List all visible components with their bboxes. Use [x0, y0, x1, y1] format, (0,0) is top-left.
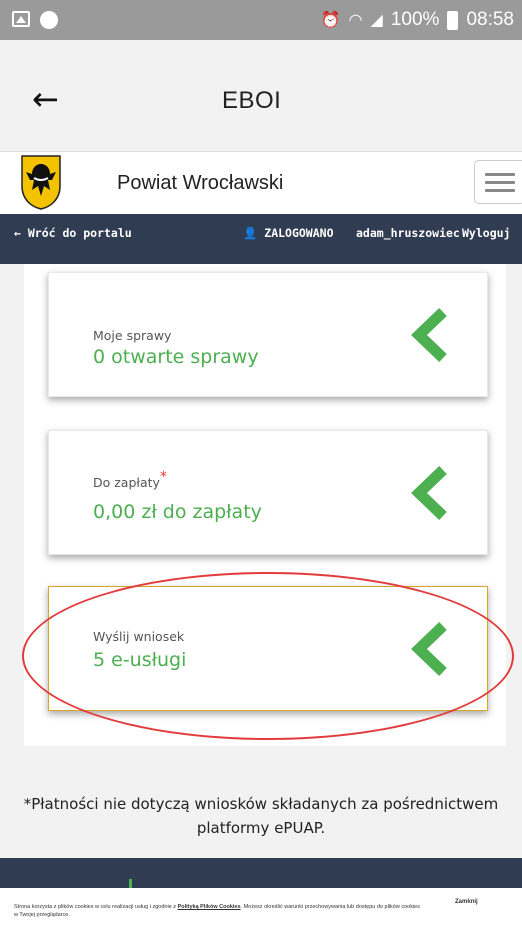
cookie-bar: Strona korzysta z plików cookies w celu …	[0, 888, 522, 930]
logout-link[interactable]: Wyloguj	[462, 226, 510, 240]
portal-name: Powiat Wrocławski	[117, 172, 284, 194]
arrow-left-icon[interactable]: ←	[32, 80, 59, 118]
cookie-text-before: Strona korzysta z plików cookies w celu …	[14, 904, 177, 910]
app-bar: ← EBOI	[0, 40, 522, 152]
logged-in-label: ZALOGOWANO	[264, 226, 334, 240]
chevron-left-icon[interactable]	[409, 622, 449, 676]
to-pay-card[interactable]: Do zapłaty* 0,00 zł do zapłaty	[48, 430, 488, 555]
cookie-policy-link[interactable]: Polityką Plików Cookies	[178, 904, 241, 910]
battery-icon	[447, 10, 459, 30]
hamburger-icon[interactable]	[474, 160, 522, 204]
card-value: 0 otwarte sprawy	[93, 346, 259, 368]
message-notification-icon	[40, 11, 58, 29]
gallery-notification-icon	[12, 11, 30, 27]
chevron-left-icon[interactable]	[409, 466, 449, 520]
wifi-icon: ◠	[348, 12, 363, 29]
required-asterisk: *	[159, 469, 167, 485]
username[interactable]: adam_hruszowiec	[356, 226, 460, 240]
card-label: Moje sprawy	[93, 328, 172, 343]
battery-percent: 100%	[390, 9, 440, 30]
card-value: 5 e-usługi	[93, 649, 187, 671]
card-value: 0,00 zł do zapłaty	[93, 501, 262, 523]
cookie-text: Strona korzysta z plików cookies w celu …	[14, 903, 424, 919]
user-icon: 👤	[243, 226, 258, 240]
card-label: Do zapłaty*	[93, 469, 167, 491]
my-cases-card[interactable]: Moje sprawy 0 otwarte sprawy	[48, 272, 488, 397]
status-bar: ⏰ ◠ ◢ 100% 08:58	[0, 0, 522, 40]
chevron-left-icon[interactable]	[409, 308, 449, 362]
card-label: Wyślij wniosek	[93, 629, 185, 644]
logged-in-status: 👤 ZALOGOWANO	[243, 226, 334, 240]
coat-of-arms-icon	[21, 155, 61, 210]
site-header: Powiat Wrocławski	[0, 152, 522, 214]
back-to-portal-link[interactable]: ← Wróć do portalu	[14, 226, 132, 240]
dashboard-panel: Moje sprawy 0 otwarte sprawy Do zapłaty*…	[24, 264, 506, 746]
cookie-close-button[interactable]: Zamknij	[455, 899, 478, 905]
clock: 08:58	[466, 9, 514, 30]
send-application-card[interactable]: Wyślij wniosek 5 e-usługi	[48, 586, 488, 711]
signal-icon: ◢	[370, 12, 383, 29]
alarm-icon: ⏰	[320, 12, 341, 29]
app-title: EBOI	[222, 87, 282, 114]
card-label-text: Do zapłaty	[93, 475, 160, 490]
top-nav: ← Wróć do portalu 👤 ZALOGOWANO adam_hrus…	[0, 214, 522, 264]
payment-note: *Płatności nie dotyczą wniosków składany…	[23, 795, 499, 837]
